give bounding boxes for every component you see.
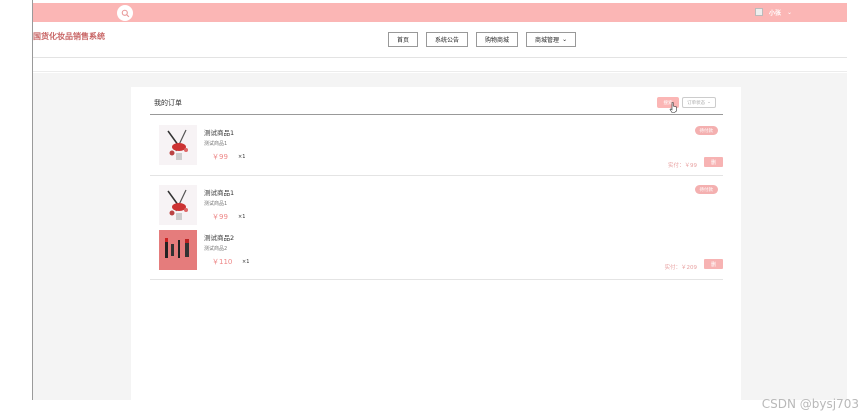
product-description: 测试商品1	[204, 201, 228, 207]
delete-order-button[interactable]: 删	[704, 157, 723, 167]
nav-item-home[interactable]: 首页	[388, 32, 419, 47]
product-name: 测试商品1	[204, 129, 235, 137]
search-icon	[121, 9, 129, 17]
orders-panel: 我的订单 搜索 订单状态 ⌄ 测试商品1 测试商品1 ￥99 ×1 待付款 实付…	[131, 87, 741, 400]
chevron-down-icon: ⌄	[562, 36, 568, 43]
product-price: ￥110	[212, 258, 233, 266]
order-item[interactable]: 测试商品1 测试商品1 ￥99 ×1	[159, 185, 459, 227]
status-badge: 待付款	[694, 126, 718, 135]
pointer-cursor-icon	[669, 102, 677, 113]
order-status-select[interactable]: 订单状态 ⌄	[682, 97, 716, 108]
nav-row: 国货化妆品销售系统 首页 系统公告 购物商城 商城管理 ⌄	[33, 22, 847, 58]
user-menu[interactable]: 小张 ⌄	[755, 5, 792, 19]
product-quantity: ×1	[242, 259, 250, 265]
watermark: CSDN @bysj703	[761, 397, 859, 411]
banner-strip	[33, 58, 847, 72]
nav-item-label: 商城管理	[535, 37, 560, 44]
site-title: 国货化妆品销售系统	[33, 32, 105, 41]
nav-item-mall-management[interactable]: 商城管理 ⌄	[526, 32, 577, 47]
product-image	[159, 185, 197, 225]
user-name: 小张	[769, 9, 782, 17]
product-name: 测试商品1	[204, 189, 235, 197]
top-bar: 小张 ⌄	[33, 3, 847, 22]
order-item[interactable]: 测试商品2 测试商品2 ￥110 ×1	[159, 230, 459, 272]
main-nav: 首页 系统公告 购物商城 商城管理 ⌄	[388, 32, 577, 47]
page-title: 我的订单	[154, 99, 182, 107]
avatar	[755, 8, 763, 16]
product-image	[159, 125, 197, 165]
header-divider	[150, 114, 723, 115]
chevron-down-icon: ⌄	[707, 100, 711, 105]
product-description: 测试商品1	[204, 141, 228, 147]
order-card: 测试商品1 测试商品1 ￥99 ×1 测试商品2 测试商品2 ￥110 ×1 待…	[150, 178, 723, 280]
order-total: 实付：￥99	[668, 163, 697, 169]
delete-order-button[interactable]: 删	[704, 259, 723, 269]
product-price: ￥99	[212, 153, 228, 161]
product-quantity: ×1	[238, 214, 246, 220]
product-quantity: ×1	[238, 154, 246, 160]
nav-item-label: 系统公告	[435, 37, 460, 44]
order-item[interactable]: 测试商品1 测试商品1 ￥99 ×1	[159, 125, 459, 167]
right-margin	[847, 0, 863, 417]
status-badge: 待付款	[694, 185, 718, 194]
nav-item-label: 首页	[397, 37, 410, 44]
product-name: 测试商品2	[204, 234, 235, 242]
nav-item-announcements[interactable]: 系统公告	[426, 32, 469, 47]
nav-item-mall[interactable]: 购物商城	[476, 32, 519, 47]
order-total: 实付：￥209	[664, 265, 698, 271]
order-card: 测试商品1 测试商品1 ￥99 ×1 待付款 实付：￥99 删	[150, 119, 723, 176]
search-button[interactable]	[117, 5, 133, 21]
nav-item-label: 购物商城	[485, 37, 510, 44]
product-description: 测试商品2	[204, 246, 228, 252]
chevron-down-icon: ⌄	[787, 8, 793, 16]
product-image	[159, 230, 197, 270]
page: 小张 ⌄ 国货化妆品销售系统 首页 系统公告 购物商城 商城管理 ⌄ 我的订单 搜…	[0, 0, 863, 417]
status-select-placeholder: 订单状态	[687, 100, 706, 106]
product-price: ￥99	[212, 213, 228, 221]
